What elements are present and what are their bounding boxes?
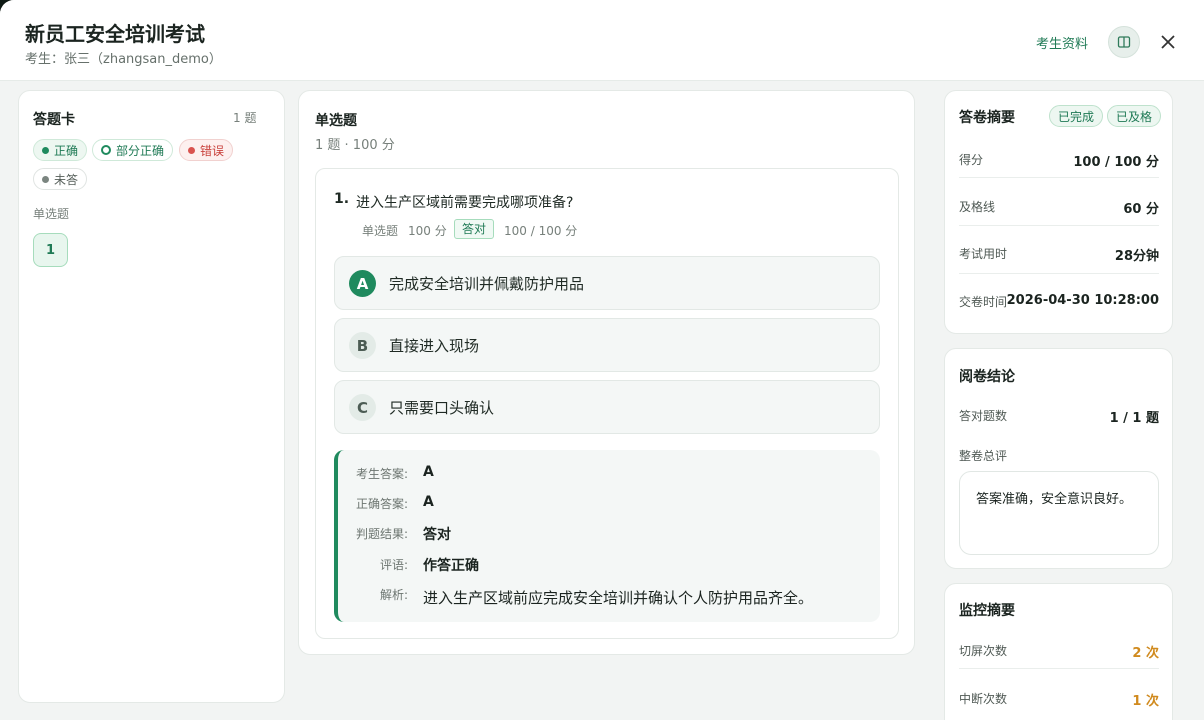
dot-icon: [188, 146, 195, 154]
option-a[interactable]: A 完成安全培训并佩戴防护用品: [334, 256, 880, 310]
conclusion-title: 阅卷结论: [959, 369, 1015, 385]
row-value: 2026-04-30 10:28:00: [1006, 293, 1159, 308]
analysis-value: 进入生产区域前应完成安全培训并确认个人防护用品齐全。: [423, 589, 814, 607]
monitor-card: 监控摘要 切屏次数 2 次 中断次数 1 次: [944, 583, 1173, 720]
divider: [959, 177, 1159, 178]
legend-label: 错误: [200, 143, 225, 158]
correct-answer-label: 正确答案:: [355, 497, 408, 511]
row-value: 100 / 100 分: [1073, 155, 1159, 170]
legend-unanswered: 未答: [33, 168, 88, 190]
legend-label: 未答: [54, 172, 79, 187]
pass-line-row: 及格线 60 分: [959, 198, 1159, 217]
option-letter: C: [349, 394, 376, 421]
close-icon[interactable]: [1157, 31, 1179, 53]
completed-tag: 已完成: [1049, 105, 1104, 127]
row-value: 28分钟: [1114, 249, 1159, 264]
row-value: 60 分: [1123, 202, 1159, 217]
legend-partial: 部分正确: [92, 139, 174, 161]
row-label: 答对题数: [959, 409, 1008, 423]
status-badge: 答对: [454, 219, 495, 239]
monitor-title: 监控摘要: [959, 603, 1015, 619]
overall-label: 整卷总评: [959, 449, 1008, 463]
question-score: 100 / 100 分: [504, 224, 578, 238]
legend-wrong: 错误: [179, 139, 234, 161]
book-icon: [1117, 36, 1131, 48]
interrupt-row: 中断次数 1 次: [959, 690, 1159, 709]
result-value: 答对: [423, 527, 451, 543]
materials-link[interactable]: 考生资料: [1036, 33, 1088, 52]
question-card: 1. 进入生产区域前需要完成哪项准备? 单选题 100 分 答对 100 / 1…: [315, 168, 899, 639]
tab-switch-row: 切屏次数 2 次: [959, 642, 1159, 661]
candidate-answer-value: A: [423, 464, 434, 480]
page-title: 新员工安全培训考试: [25, 22, 205, 46]
question-type: 单选题: [362, 224, 399, 238]
comment-label: 评语:: [379, 558, 408, 572]
candidate-answer-label: 考生答案:: [355, 467, 408, 481]
comment-value: 作答正确: [423, 558, 479, 574]
legend-correct: 正确: [33, 139, 88, 161]
candidate-subtitle: 考生：张三（zhangsan_demo）: [25, 52, 222, 67]
answer-card-title: 答题卡: [33, 112, 75, 128]
option-text: 完成安全培训并佩戴防护用品: [389, 275, 585, 293]
row-label: 交卷时间: [959, 295, 1008, 309]
score-row: 得分 100 / 100 分: [959, 151, 1159, 170]
correct-answer-value: A: [423, 494, 434, 510]
option-text: 只需要口头确认: [389, 399, 495, 417]
row-value: 1 次: [1132, 694, 1159, 709]
option-b[interactable]: B 直接进入现场: [334, 318, 880, 372]
option-c[interactable]: C 只需要口头确认: [334, 380, 880, 434]
legend-label: 部分正确: [116, 143, 165, 158]
review-box: 考生答案: A 正确答案: A 判题结果: 答对 评语: 作答正确 解析: 进入…: [334, 450, 880, 622]
result-label: 判题结果:: [355, 527, 408, 541]
row-label: 考试用时: [959, 247, 1008, 261]
dot-icon: [42, 146, 49, 154]
dot-icon: [42, 175, 49, 183]
book-button[interactable]: [1108, 26, 1140, 58]
exam-review-modal: 新员工安全培训考试 考生：张三（zhangsan_demo） 考生资料 答题卡 …: [0, 0, 1204, 720]
answer-card-section: 单选题: [33, 207, 70, 221]
question-nav-button[interactable]: 1: [33, 233, 68, 267]
divider: [959, 273, 1159, 274]
question-panel: 单选题 1 题 · 100 分 1. 进入生产区域前需要完成哪项准备? 单选题 …: [298, 90, 915, 655]
summary-title: 答卷摘要: [959, 110, 1015, 126]
legend-label: 正确: [54, 143, 79, 158]
question-number: 1.: [334, 191, 350, 207]
correct-count-row: 答对题数 1 / 1 题: [959, 407, 1159, 426]
row-value: 1 / 1 题: [1109, 411, 1159, 426]
row-value: 2 次: [1132, 646, 1159, 661]
option-text: 直接进入现场: [389, 337, 480, 355]
row-label: 及格线: [959, 200, 996, 214]
divider: [959, 668, 1159, 669]
analysis-label: 解析:: [379, 588, 408, 602]
row-label: 切屏次数: [959, 644, 1008, 658]
divider: [959, 225, 1159, 226]
question-count: 1 题: [233, 111, 257, 125]
overall-comment: 答案准确，安全意识良好。: [959, 471, 1159, 555]
ring-icon: [101, 145, 111, 155]
question-points: 100 分: [408, 224, 447, 238]
option-letter: A: [349, 270, 376, 297]
option-letter: B: [349, 332, 376, 359]
conclusion-card: 阅卷结论 答对题数 1 / 1 题 整卷总评 答案准确，安全意识良好。: [944, 348, 1173, 569]
question-text: 进入生产区域前需要完成哪项准备?: [356, 195, 574, 211]
modal-header: 新员工安全培训考试 考生：张三（zhangsan_demo） 考生资料: [0, 0, 1204, 81]
section-meta: 1 题 · 100 分: [315, 138, 395, 153]
duration-row: 考试用时 28分钟: [959, 245, 1159, 264]
row-label: 得分: [959, 153, 984, 167]
summary-card: 答卷摘要 已完成 已及格 得分 100 / 100 分 及格线 60 分 考试用…: [944, 90, 1173, 334]
submit-time-row: 交卷时间 2026-04-30 10:28:00: [959, 293, 1159, 311]
row-label: 中断次数: [959, 692, 1008, 706]
answer-card-panel: 答题卡 1 题 正确 部分正确 错误 未答 单选题 1: [18, 90, 285, 703]
passed-tag: 已及格: [1107, 105, 1162, 127]
section-title: 单选题: [315, 113, 357, 129]
